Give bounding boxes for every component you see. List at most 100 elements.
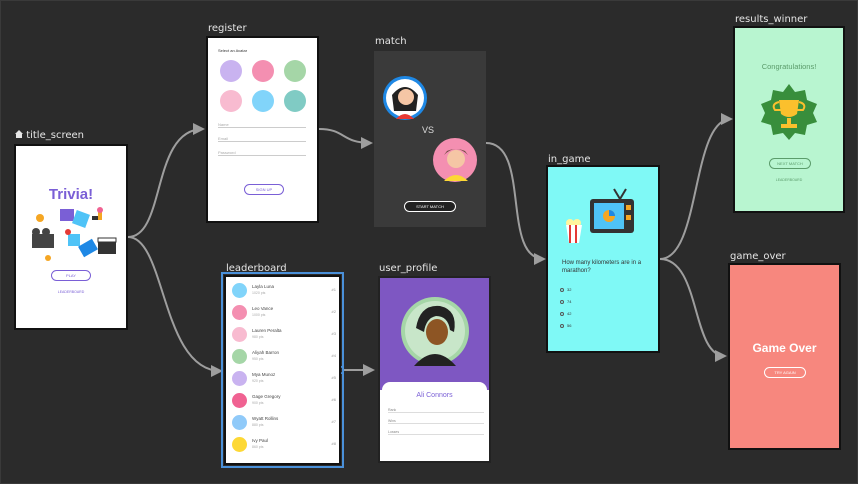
player-2-avatar [433,138,477,182]
next-match-button[interactable]: NEXT MATCH [769,158,811,169]
arrow-ingame-to-winner [659,113,733,260]
profile-name: Ali Connors [416,392,453,399]
player-score: 920 pts [252,379,264,383]
avatar [232,393,247,408]
list-item[interactable]: Gage Gregory 900 pts #6 [230,391,338,411]
screen-register[interactable]: Select an Avatar Name Email Password SIG… [206,36,319,223]
arrow-title-to-register [127,123,205,238]
profile-row-rank: Rank [388,408,484,413]
player-score: 1000 pts [252,313,266,317]
profile-avatar [401,297,469,366]
name-field[interactable]: Name [218,122,306,128]
player-rank: #4 [331,353,336,358]
player-name: Leo Vance [252,306,274,311]
player-rank: #7 [331,419,336,424]
avatar [232,371,247,386]
player-rank: #8 [331,441,336,446]
screen-game-over[interactable]: Game Over TRY AGAIN [728,263,841,450]
email-field[interactable]: Email [218,136,306,142]
leaderboard-link[interactable]: LEADERBOARD [16,290,126,294]
answer-option-2[interactable]: 74 [560,299,571,304]
list-item[interactable]: Ivy Paul 860 pts #8 [230,435,338,455]
radio-icon [560,323,564,328]
answer-option-1-label: 32 [567,287,572,292]
player-score: 980 pts [252,335,264,339]
player-name: Layla Luna [252,284,275,289]
question-text: How many kilometers are in a marathon? [562,260,642,274]
avatar [232,327,247,342]
winner-leaderboard-link[interactable]: LEADERBOARD [735,178,843,182]
arrow-match-to-ingame [485,142,546,265]
answer-option-3[interactable]: 42 [560,311,571,316]
play-button[interactable]: PLAY [51,270,91,281]
arrow-title-to-leaderboard [127,236,223,377]
label-in-game[interactable]: in_game [548,154,591,165]
list-item[interactable]: Mya Munoz 920 pts #5 [230,369,338,389]
label-user-profile[interactable]: user_profile [379,263,437,274]
avatar [232,283,247,298]
profile-row-losses: Losses [388,430,484,435]
screen-results-winner[interactable]: Congratulations! NEXT MATCH LEADERBOARD [733,26,845,213]
radio-icon [560,311,564,316]
label-results-winner[interactable]: results_winner [735,14,807,25]
avatar-option-6[interactable] [284,90,306,112]
avatar [232,415,247,430]
select-avatar-prompt: Select an Avatar [218,48,248,53]
answer-option-4[interactable]: 56 [560,323,571,328]
avatar-option-4[interactable] [220,90,242,112]
player-score: 1020 pts [252,291,266,295]
answer-option-4-label: 56 [567,323,572,328]
label-game-over[interactable]: game_over [730,251,786,262]
player-name: Wyatt Rollins [252,416,279,421]
player-score: 880 pts [252,423,264,427]
label-leaderboard[interactable]: leaderboard [226,263,287,274]
avatar [232,305,247,320]
label-title-screen[interactable]: title_screen [15,130,84,141]
player-name: Gage Gregory [252,394,281,399]
popcorn-icon [566,219,582,243]
screen-title[interactable]: Trivia! PLAY LEADERBOARD [14,144,128,330]
avatar [232,349,247,364]
start-match-button[interactable]: START MATCH [404,201,456,212]
screen-in-game[interactable]: How many kilometers are in a marathon? 3… [546,165,660,353]
label-match[interactable]: match [375,36,407,47]
list-item[interactable]: Aliyah Barron 950 pts #4 [230,347,338,367]
navigation-graph-canvas[interactable]: title_screen register match in_game resu… [0,0,858,484]
label-register[interactable]: register [208,23,247,34]
list-item[interactable]: Lauren Peralta 980 pts #3 [230,325,338,345]
player-score: 860 pts [252,445,264,449]
home-icon [15,130,23,138]
player-score: 950 pts [252,357,264,361]
radio-icon [560,299,564,304]
screen-leaderboard[interactable]: Layla Luna 1020 pts #1 Leo Vance 1000 pts #2… [221,272,344,468]
player-rank: #2 [331,309,336,314]
screen-user-profile[interactable]: Ali Connors Rank Wins Losses [378,276,491,463]
trophy-icon [761,84,817,140]
password-field[interactable]: Password [218,150,306,156]
player-score: 900 pts [252,401,264,405]
list-item[interactable]: Leo Vance 1000 pts #2 [230,303,338,323]
player-name: Aliyah Barron [252,350,280,355]
avatar-option-2[interactable] [252,60,274,82]
avatar-option-1[interactable] [220,60,242,82]
list-item[interactable]: Layla Luna 1020 pts #1 [230,281,338,301]
trivia-illustration [32,207,117,261]
congratulations-title: Congratulations! [761,62,817,71]
title-text: Trivia! [48,186,94,203]
player-name: Lauren Peralta [252,328,282,333]
try-again-button[interactable]: TRY AGAIN [764,367,806,378]
player-rank: #1 [331,287,336,292]
screen-match[interactable]: VS START MATCH [374,51,486,227]
signup-button[interactable]: SIGN UP [244,184,284,195]
avatar [232,437,247,452]
answer-option-1[interactable]: 32 [560,287,571,292]
avatar-option-5[interactable] [252,90,274,112]
label-title-screen-text: title_screen [26,130,84,141]
arrow-register-to-match [318,128,373,149]
player-name: Ivy Paul [252,438,269,443]
profile-row-wins: Wins [388,419,484,424]
avatar-option-3[interactable] [284,60,306,82]
answer-option-2-label: 74 [567,299,572,304]
game-over-title: Game Over [752,341,817,355]
list-item[interactable]: Wyatt Rollins 880 pts #7 [230,413,338,433]
